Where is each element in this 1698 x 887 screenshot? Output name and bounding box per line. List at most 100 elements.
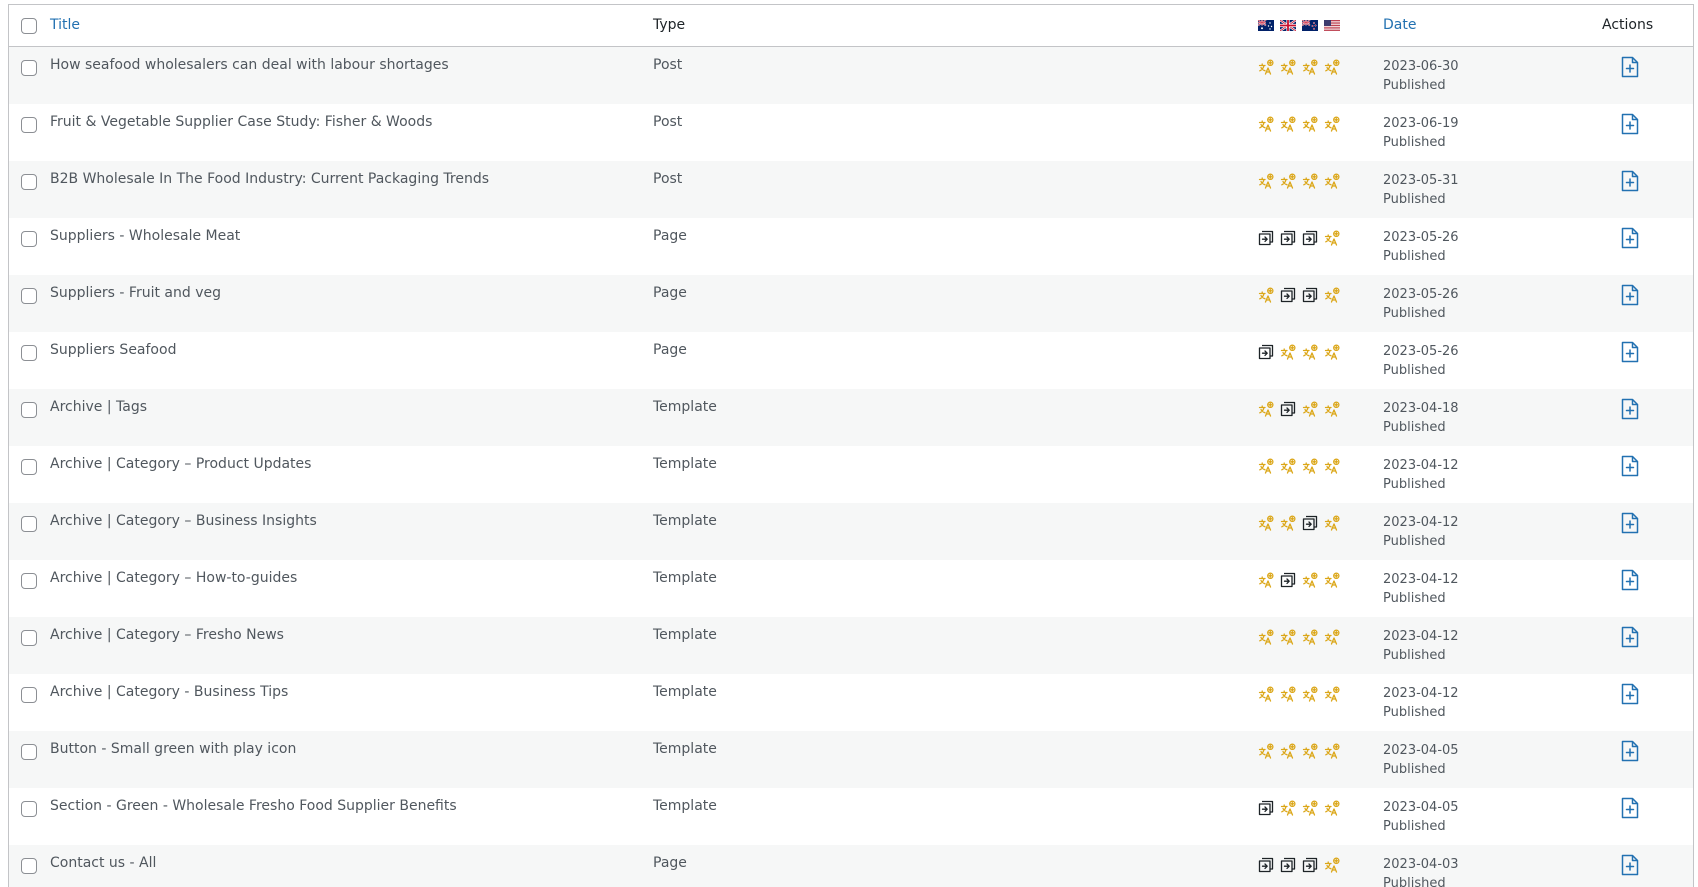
row-checkbox[interactable] [21, 858, 37, 874]
add-translation-icon[interactable] [1620, 398, 1640, 420]
translation-linked-icon[interactable] [1280, 857, 1296, 873]
translate-needed-icon[interactable] [1324, 230, 1340, 246]
row-title-link[interactable]: Contact us - All [50, 855, 156, 871]
translate-needed-icon[interactable] [1280, 743, 1296, 759]
translate-needed-icon[interactable] [1258, 629, 1274, 645]
translate-needed-icon[interactable] [1324, 287, 1340, 303]
translate-needed-icon[interactable] [1280, 458, 1296, 474]
translate-needed-icon[interactable] [1324, 629, 1340, 645]
translation-linked-icon[interactable] [1280, 287, 1296, 303]
row-title-link[interactable]: Button - Small green with play icon [50, 741, 296, 757]
translate-needed-icon[interactable] [1302, 59, 1318, 75]
row-title-link[interactable]: How seafood wholesalers can deal with la… [50, 57, 449, 73]
row-checkbox[interactable] [21, 687, 37, 703]
translate-needed-icon[interactable] [1280, 59, 1296, 75]
translation-linked-icon[interactable] [1302, 857, 1318, 873]
row-checkbox[interactable] [21, 402, 37, 418]
translation-linked-icon[interactable] [1280, 230, 1296, 246]
translate-needed-icon[interactable] [1324, 857, 1340, 873]
add-translation-icon[interactable] [1620, 113, 1640, 135]
translate-needed-icon[interactable] [1324, 344, 1340, 360]
add-translation-icon[interactable] [1620, 797, 1640, 819]
row-title-link[interactable]: B2B Wholesale In The Food Industry: Curr… [50, 171, 489, 187]
translate-needed-icon[interactable] [1324, 401, 1340, 417]
translate-needed-icon[interactable] [1324, 572, 1340, 588]
translation-linked-icon[interactable] [1258, 800, 1274, 816]
translate-needed-icon[interactable] [1302, 116, 1318, 132]
row-checkbox[interactable] [21, 60, 37, 76]
row-checkbox[interactable] [21, 174, 37, 190]
row-title-link[interactable]: Archive | Category – Product Updates [50, 456, 311, 472]
translate-needed-icon[interactable] [1324, 458, 1340, 474]
translate-needed-icon[interactable] [1324, 173, 1340, 189]
translate-needed-icon[interactable] [1280, 515, 1296, 531]
row-checkbox[interactable] [21, 117, 37, 133]
add-translation-icon[interactable] [1620, 284, 1640, 306]
select-all-checkbox[interactable] [21, 18, 37, 34]
add-translation-icon[interactable] [1620, 854, 1640, 876]
translate-needed-icon[interactable] [1302, 458, 1318, 474]
translate-needed-icon[interactable] [1280, 629, 1296, 645]
translate-needed-icon[interactable] [1324, 59, 1340, 75]
translation-linked-icon[interactable] [1302, 230, 1318, 246]
translation-linked-icon[interactable] [1258, 230, 1274, 246]
translate-needed-icon[interactable] [1258, 572, 1274, 588]
translate-needed-icon[interactable] [1258, 59, 1274, 75]
add-translation-icon[interactable] [1620, 341, 1640, 363]
add-translation-icon[interactable] [1620, 455, 1640, 477]
add-translation-icon[interactable] [1620, 512, 1640, 534]
row-checkbox[interactable] [21, 231, 37, 247]
translate-needed-icon[interactable] [1302, 173, 1318, 189]
translation-linked-icon[interactable] [1258, 344, 1274, 360]
row-title-link[interactable]: Suppliers Seafood [50, 342, 176, 358]
add-translation-icon[interactable] [1620, 626, 1640, 648]
add-translation-icon[interactable] [1620, 569, 1640, 591]
translate-needed-icon[interactable] [1258, 515, 1274, 531]
translate-needed-icon[interactable] [1258, 287, 1274, 303]
translate-needed-icon[interactable] [1258, 458, 1274, 474]
row-checkbox[interactable] [21, 288, 37, 304]
row-checkbox[interactable] [21, 516, 37, 532]
row-title-link[interactable]: Archive | Category – How-to-guides [50, 570, 297, 586]
row-title-link[interactable]: Suppliers - Wholesale Meat [50, 228, 240, 244]
row-title-link[interactable]: Section - Green - Wholesale Fresho Food … [50, 798, 457, 814]
row-checkbox[interactable] [21, 744, 37, 760]
translate-needed-icon[interactable] [1280, 344, 1296, 360]
row-title-link[interactable]: Suppliers - Fruit and veg [50, 285, 221, 301]
column-date-sort[interactable]: Date [1383, 17, 1416, 33]
translate-needed-icon[interactable] [1324, 800, 1340, 816]
add-translation-icon[interactable] [1620, 170, 1640, 192]
translate-needed-icon[interactable] [1280, 800, 1296, 816]
translate-needed-icon[interactable] [1258, 743, 1274, 759]
add-translation-icon[interactable] [1620, 740, 1640, 762]
translate-needed-icon[interactable] [1258, 173, 1274, 189]
translate-needed-icon[interactable] [1302, 401, 1318, 417]
translation-linked-icon[interactable] [1258, 857, 1274, 873]
translate-needed-icon[interactable] [1258, 401, 1274, 417]
translate-needed-icon[interactable] [1302, 629, 1318, 645]
row-title-link[interactable]: Archive | Tags [50, 399, 147, 415]
translate-needed-icon[interactable] [1324, 686, 1340, 702]
translate-needed-icon[interactable] [1324, 116, 1340, 132]
translation-linked-icon[interactable] [1302, 287, 1318, 303]
translation-linked-icon[interactable] [1302, 515, 1318, 531]
row-title-link[interactable]: Fruit & Vegetable Supplier Case Study: F… [50, 114, 432, 130]
row-checkbox[interactable] [21, 801, 37, 817]
translate-needed-icon[interactable] [1302, 686, 1318, 702]
add-translation-icon[interactable] [1620, 227, 1640, 249]
row-checkbox[interactable] [21, 573, 37, 589]
translate-needed-icon[interactable] [1258, 686, 1274, 702]
translate-needed-icon[interactable] [1324, 743, 1340, 759]
row-checkbox[interactable] [21, 459, 37, 475]
translate-needed-icon[interactable] [1302, 743, 1318, 759]
translation-linked-icon[interactable] [1280, 572, 1296, 588]
column-title-sort[interactable]: Title [50, 17, 80, 33]
row-title-link[interactable]: Archive | Category – Business Insights [50, 513, 317, 529]
translation-linked-icon[interactable] [1280, 401, 1296, 417]
translate-needed-icon[interactable] [1302, 344, 1318, 360]
row-title-link[interactable]: Archive | Category – Fresho News [50, 627, 284, 643]
row-title-link[interactable]: Archive | Category - Business Tips [50, 684, 288, 700]
translate-needed-icon[interactable] [1280, 173, 1296, 189]
add-translation-icon[interactable] [1620, 56, 1640, 78]
translate-needed-icon[interactable] [1324, 515, 1340, 531]
